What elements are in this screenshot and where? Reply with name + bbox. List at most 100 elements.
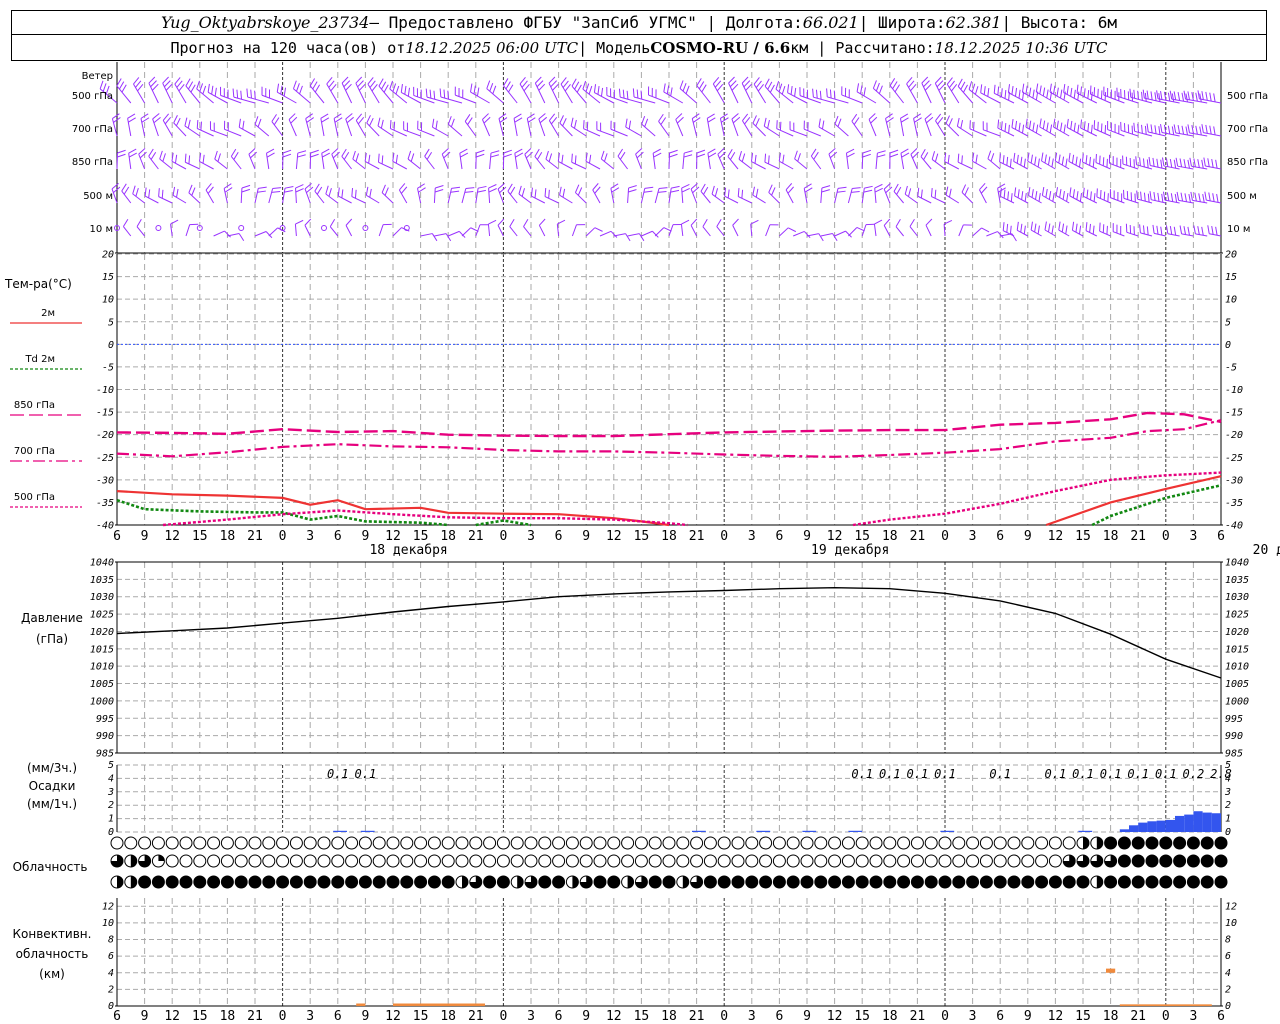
- cloud-circle: [110, 836, 124, 850]
- temp-series-line: [1045, 475, 1222, 527]
- wind-barb: [707, 148, 717, 170]
- wind-barb-feather: [321, 117, 330, 123]
- wind-barb-feather: [1123, 123, 1126, 132]
- cloud-symbol-high: [124, 836, 138, 850]
- cloud-symbol-mid: [1131, 854, 1145, 868]
- cloud-symbol-high: [179, 836, 193, 850]
- wind-barb: [282, 186, 294, 204]
- wind-barb-feather: [329, 219, 336, 227]
- cloud-circle: [510, 836, 524, 850]
- y-tick-right: 15: [1225, 272, 1237, 283]
- wind-barb: [367, 77, 380, 104]
- precip-bar: [940, 830, 955, 832]
- cloud-fill: [235, 876, 248, 888]
- wind-barb-shaft: [724, 195, 739, 204]
- x-tick-label: 21: [247, 529, 263, 544]
- y-tick-right: 5: [1225, 317, 1231, 328]
- cloud-fill: [166, 876, 179, 888]
- wind-barb: [944, 153, 960, 170]
- wind-barb-feather: [1167, 125, 1171, 135]
- wind-barb: [899, 113, 909, 137]
- wind-barb-shaft: [775, 88, 794, 104]
- wind-barb-feather: [246, 88, 249, 98]
- precip-3h-label: 0.1: [1045, 767, 1067, 781]
- wind-barb-feather: [647, 86, 650, 96]
- wind-barb-shaft: [1209, 233, 1222, 237]
- wind-barb: [1068, 152, 1084, 170]
- wind-barb-feather: [383, 223, 392, 226]
- y-tick-left: 8: [108, 935, 114, 946]
- wind-barb-feather: [658, 187, 668, 189]
- wind-barb-feather: [997, 183, 1006, 189]
- wind-barb-shaft: [434, 233, 447, 237]
- x-tick-label: 0: [720, 529, 728, 544]
- wind-barb: [613, 233, 631, 242]
- wind-barb-feather: [128, 117, 136, 123]
- cloud-symbol-mid: [262, 854, 276, 868]
- wind-barb-shaft: [765, 224, 771, 237]
- wind-barb-feather: [852, 187, 861, 189]
- cloud-circle: [938, 854, 952, 868]
- x-tick-label: 18: [882, 529, 898, 544]
- cloud-symbol-high: [234, 836, 248, 850]
- cloud-circle: [289, 854, 303, 868]
- wind-barb-feather: [778, 152, 781, 162]
- wind-barb-feather: [513, 113, 522, 119]
- cloud-fill: [483, 876, 496, 888]
- wind-barb: [295, 150, 307, 170]
- cloud-fill: [1173, 837, 1186, 849]
- cloud-fill: [373, 876, 386, 888]
- x-tick-label: 6: [996, 529, 1004, 544]
- cloud-fill: [462, 876, 468, 888]
- cloud-circle: [455, 836, 469, 850]
- x-tick-label: 9: [582, 1009, 590, 1024]
- wind-barb-feather: [702, 219, 708, 227]
- cloud-symbol-high: [151, 836, 165, 850]
- cloud-circle: [427, 836, 441, 850]
- cloud-symbol-high: [1173, 836, 1187, 850]
- wind-barb-shaft: [571, 224, 577, 237]
- wind-barb: [1175, 157, 1194, 170]
- wind-barb-shaft: [793, 230, 805, 237]
- precip-bar: [756, 830, 771, 832]
- cloud-fill: [1159, 837, 1172, 849]
- cloud-symbol-high: [662, 836, 676, 850]
- wind-barb-feather: [1191, 92, 1194, 101]
- cloud-symbol-low: [248, 875, 262, 889]
- wind-barb-shaft: [338, 195, 352, 204]
- y-tick-left: 985: [96, 749, 114, 760]
- cloud-symbol-low: [207, 875, 221, 889]
- cloud-symbol-mid: [510, 854, 524, 868]
- cloud-symbol-mid: [110, 854, 124, 868]
- wind-barb: [1071, 221, 1084, 237]
- wind-barb-feather: [378, 153, 380, 163]
- wind-barb: [345, 113, 354, 137]
- wind-barb-shaft: [968, 89, 987, 104]
- cloud-fill: [207, 876, 220, 888]
- wind-barb: [641, 230, 659, 238]
- wind-barb-feather: [266, 152, 275, 158]
- cloud-symbol-low: [331, 875, 345, 889]
- x-tick-label: 3: [969, 529, 977, 544]
- x-tick-label: 9: [361, 1009, 369, 1024]
- wind-barb-feather: [117, 149, 126, 154]
- cloud-circle: [524, 836, 538, 850]
- cloud-fill: [180, 876, 192, 888]
- cloud-circle: [538, 854, 552, 868]
- wind-barb: [205, 183, 215, 204]
- wind-barb-feather: [284, 186, 294, 189]
- precip-3h-label: 0.1: [327, 767, 349, 781]
- y-tick-left: 1035: [90, 575, 114, 586]
- wind-barb-feather: [170, 219, 179, 225]
- cloud-symbol-high: [552, 836, 566, 850]
- cloud-symbol-low: [124, 875, 138, 889]
- cloud-circle: [400, 836, 414, 850]
- wind-barb-feather: [720, 117, 729, 123]
- cloud-symbol-mid: [607, 854, 621, 868]
- wind-barb-feather: [732, 218, 739, 226]
- x-tick-label: 12: [827, 529, 843, 544]
- cloud-symbol-low: [234, 875, 248, 889]
- wind-barb: [861, 185, 873, 204]
- wind-barb-feather: [610, 88, 612, 97]
- x-tick-label: 0: [720, 1009, 728, 1024]
